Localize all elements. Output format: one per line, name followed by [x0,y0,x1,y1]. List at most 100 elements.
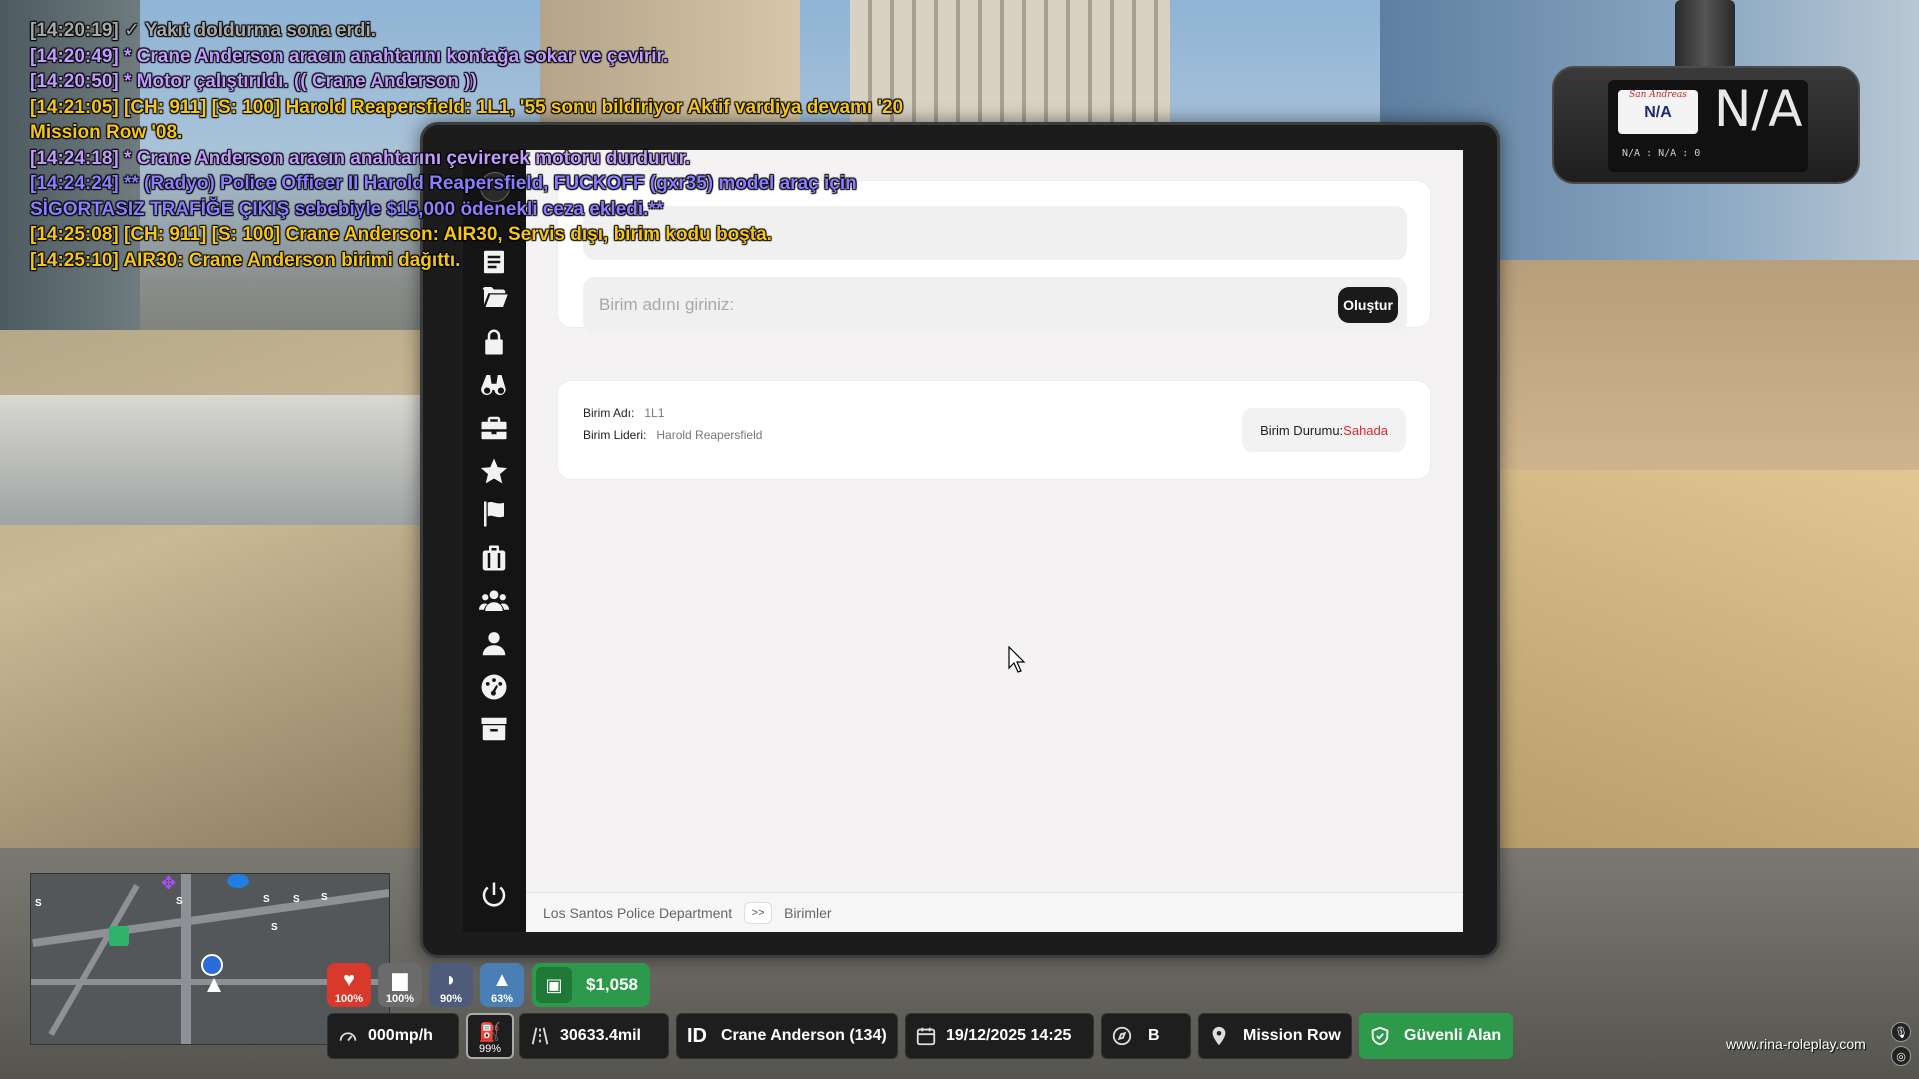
fuel-value: 99% [478,1043,502,1055]
unit-leader-value: Harold Reapersfield [656,428,763,442]
flag-icon[interactable] [477,497,511,531]
speedometer-icon [328,1025,368,1047]
minimap-waypoint-icon: ✥ [161,873,177,893]
minimap-building-icon [109,926,129,946]
datetime-value: 19/12/2025 14:25 [946,1027,1072,1044]
armor-icon: ▆ [392,969,408,991]
breadcrumb-separator: >> [744,901,773,924]
suitcase-icon[interactable] [477,541,511,575]
unit-name-input[interactable] [599,277,1319,333]
thirst-status: ▲ 63% [480,963,524,1007]
dashcam-info: N/A : N/A : 0 [1622,148,1701,159]
unit-name-row: Birim Adı: 1L1 [583,406,664,420]
microphone-icon: 🎙 [1891,1022,1911,1042]
minimap-police-icon [201,954,223,976]
chat-line: [14:21:05] [CH: 911] [S: 100] Harold Rea… [30,96,904,118]
server-watermark: www.rina-roleplay.com [1726,1036,1866,1052]
minimap-shop-marker: S [35,898,42,909]
chat-line: [14:20:50] * Motor çalıştırıldı. (( Cran… [30,71,477,92]
health-status: ♥ 100% [327,963,371,1007]
wallet-icon: ▣ [536,967,572,1003]
roof-ledge [0,395,420,525]
cash-amount: $1,058 [586,975,638,994]
player-arrow-icon [207,978,221,992]
minimap-shop-marker: S [176,896,183,907]
unit-status-label: Birim Durumu: [1260,422,1344,438]
chat-log: [14:20:19] ✓ Yakıt doldurma sona erdi. [1… [30,18,1030,273]
unit-status-value: Sahada [1343,422,1388,438]
license-plate: San Andreas N/A [1618,90,1698,134]
direction-value: B [1148,1027,1160,1044]
radio-icon: ◎ [1891,1046,1911,1066]
compass-icon [1102,1025,1142,1047]
voice-indicator: 🎙 ◎ [1889,1022,1913,1072]
food-icon: ◗ [444,969,458,991]
plate-state: San Andreas [1629,90,1687,100]
binoculars-icon[interactable] [477,368,511,402]
users-icon[interactable] [477,584,511,618]
minimap-road [32,888,389,948]
chat-line: [14:25:10] AIR30: Crane Anderson birimi … [30,249,461,271]
rooftop-right [1500,470,1919,890]
chat-line: [14:20:49] * Crane Anderson aracın anaht… [30,45,669,67]
minimap-road [48,884,140,1036]
fuel-pump-icon: ⛽ [478,1022,502,1042]
minimap-shop-marker: S [263,894,270,905]
player-name: Crane Anderson (134) [721,1027,887,1044]
breadcrumb: Los Santos Police Department >> Birimler [526,892,1463,932]
dashcam-plate-readout: N/A [1714,80,1803,138]
briefcase-icon[interactable] [477,411,511,445]
odometer-value: 30633.4mil [560,1027,641,1044]
create-unit-button[interactable]: Oluştur [1338,287,1398,323]
water-icon: ▲ [492,969,512,991]
cash-display: ▣ $1,058 [532,963,650,1007]
thirst-value: 63% [490,993,514,1005]
speed-value: 000mp/h [368,1027,433,1044]
breadcrumb-current: Birimler [784,904,832,921]
chat-line: [14:25:08] [CH: 911] [S: 100] Crane Ande… [30,224,772,245]
chat-line: [14:20:19] ✓ Yakıt doldurma sona erdi. [30,20,377,41]
lock-icon[interactable] [477,325,511,359]
chat-line: Mission Row '08. [30,122,183,143]
location-value: Mission Row [1243,1027,1341,1044]
minimap-shop-marker: S [271,922,278,933]
minimap-blip-icon [227,874,249,888]
road-icon [520,1025,560,1047]
breadcrumb-root[interactable]: Los Santos Police Department [543,905,732,921]
location-pin-icon [1199,1025,1239,1047]
odometer: 30633.4mil [519,1013,669,1059]
folder-open-icon[interactable] [477,280,511,314]
dashcam-mount [1675,0,1735,70]
unit-leader-label: Birim Lideri: [583,428,647,442]
chat-line: [14:24:24] ** (Radyo) Police Officer II … [30,173,857,194]
user-icon[interactable] [477,627,511,661]
player-id: ID Crane Anderson (134) [676,1013,898,1059]
fuel-gauge: ⛽ 99% [466,1013,514,1059]
shield-icon [1360,1025,1400,1047]
unit-leader-row: Birim Lideri: Harold Reapersfield [583,428,762,442]
power-icon[interactable] [477,878,511,912]
archive-icon[interactable] [477,712,511,746]
calendar-icon [906,1025,946,1047]
minimap-shop-marker: S [321,892,328,903]
mouse-cursor-icon [1008,646,1026,673]
plate-number: N/A [1644,104,1672,121]
unit-status-badge: Birim Durumu: Sahada [1242,408,1406,452]
dashboard-icon[interactable] [477,670,511,704]
minimap-shop-marker: S [293,894,300,905]
star-icon[interactable] [477,454,511,488]
armor-value: 100% [385,993,415,1005]
unit-name-label: Birim Adı: [583,406,635,420]
speedometer: 000mp/h [327,1013,459,1059]
chat-line: SİGORTASIZ TRAFİĞE ÇIKIŞ sebebiyle $15,0… [30,198,664,220]
hunger-status: ◗ 90% [429,963,473,1007]
armor-status: ▆ 100% [378,963,422,1007]
unit-name-field: Oluştur [583,277,1407,333]
zone-value: Güvenli Alan [1404,1027,1502,1044]
health-value: 100% [334,993,364,1005]
safe-zone-indicator: Güvenli Alan [1359,1013,1513,1059]
location: Mission Row [1198,1013,1352,1059]
unit-name-value: 1L1 [644,406,665,420]
unit-card[interactable]: Birim Adı: 1L1 Birim Lideri: Harold Reaper… [557,380,1431,480]
date-time: 19/12/2025 14:25 [905,1013,1094,1059]
